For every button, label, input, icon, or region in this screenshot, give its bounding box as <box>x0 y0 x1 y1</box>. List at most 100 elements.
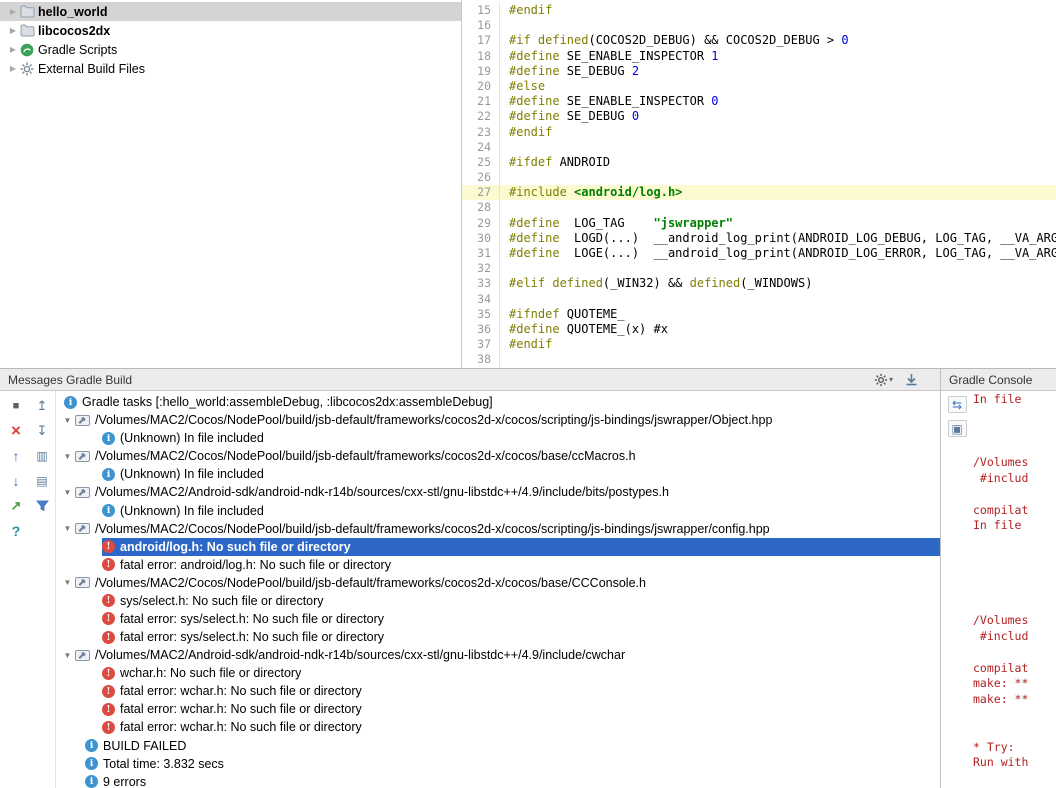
tree-expand-icon[interactable]: ▼ <box>60 416 75 425</box>
compile-file-icon <box>75 450 90 463</box>
code-line[interactable]: 19 #define SE_DEBUG 2 <box>462 63 1056 79</box>
code-line[interactable]: 22 #define SE_DEBUG 0 <box>462 109 1056 125</box>
tree-expand-icon[interactable]: ▼ <box>60 651 75 660</box>
build-message-row[interactable]: ▼ /Volumes/MAC2/Cocos/NodePool/build/jsb-… <box>56 447 940 465</box>
project-tree-item[interactable]: ▶ libcocos2dx <box>0 21 461 40</box>
code-line[interactable]: 21 #define SE_ENABLE_INSPECTOR 0 <box>462 94 1056 110</box>
previous-message-icon[interactable]: ↑ <box>5 447 27 465</box>
build-message-row[interactable]: i (Unknown) In file included <box>56 501 940 519</box>
build-message-text: (Unknown) In file included <box>120 467 264 482</box>
code-line[interactable]: 36 #define QUOTEME_(x) #x <box>462 321 1056 338</box>
code-line[interactable]: 24 <box>462 139 1056 155</box>
line-number: 28 <box>462 200 500 216</box>
code-line-text: #define LOG_TAG "jswrapper" <box>509 215 733 230</box>
code-line[interactable]: 37 #endif <box>462 337 1056 353</box>
build-message-row[interactable]: ▼ /Volumes/MAC2/Android-sdk/android-ndk-r… <box>56 483 940 501</box>
code-line-text: #endif <box>509 124 553 139</box>
soft-wrap-icon[interactable]: ⇆ <box>947 396 967 413</box>
next-message-icon[interactable]: ↓ <box>5 472 27 490</box>
expand-arrow-icon[interactable]: ▶ <box>6 64 20 73</box>
code-editor[interactable]: 15 #endif 16 17 #if defined(COCOS2D_DEBUG) &… <box>462 0 1056 368</box>
export-to-file-icon[interactable]: ▥ <box>31 447 53 465</box>
build-message-row[interactable]: i BUILD FAILED <box>56 736 940 754</box>
stop-icon[interactable]: ■ <box>5 397 27 415</box>
build-message-text: /Volumes/MAC2/Cocos/NodePool/build/jsb-d… <box>95 575 646 590</box>
build-message-row[interactable]: ! fatal error: wchar.h: No such file or d… <box>56 718 940 736</box>
code-line[interactable]: 29 #define LOG_TAG "jswrapper" <box>462 215 1056 231</box>
tree-expand-icon[interactable]: ▼ <box>60 578 75 587</box>
build-message-row[interactable]: i (Unknown) In file included <box>56 465 940 483</box>
compile-file-icon <box>75 649 90 662</box>
build-message-content: ! fatal error: sys/select.h: No such file… <box>102 628 940 646</box>
build-message-row[interactable]: i 9 errors <box>56 773 940 788</box>
build-message-content: i (Unknown) In file included <box>102 429 940 447</box>
build-message-row[interactable]: ▼ /Volumes/MAC2/Cocos/NodePool/build/jsb-… <box>56 574 940 592</box>
build-message-row[interactable]: ▼ /Volumes/MAC2/Cocos/NodePool/build/jsb-… <box>56 411 940 429</box>
code-line[interactable]: 17 #if defined(COCOS2D_DEBUG) && COCOS2D_… <box>462 33 1056 49</box>
build-message-row[interactable]: ! fatal error: sys/select.h: No such file… <box>56 628 940 646</box>
build-message-row[interactable]: i Gradle tasks [:hello_world:assembleDebu… <box>56 393 940 411</box>
code-line[interactable]: 15 #endif <box>462 3 1056 19</box>
code-line[interactable]: 23 #endif <box>462 124 1056 140</box>
error-icon: ! <box>102 540 115 554</box>
messages-header: Messages Gradle Build ▾ <box>0 369 940 391</box>
tree-expand-icon[interactable]: ▼ <box>60 488 75 497</box>
tree-expand-icon[interactable]: ▼ <box>60 452 75 461</box>
code-line[interactable]: 28 <box>462 200 1056 216</box>
export-build-log-icon[interactable] <box>905 373 918 386</box>
code-line[interactable]: 35 #ifndef QUOTEME_ <box>462 306 1056 322</box>
project-tree-item[interactable]: ▶ hello_world <box>0 2 461 21</box>
code-line[interactable]: 34 <box>462 291 1056 307</box>
code-line[interactable]: 31 #define LOGE(...) __android_log_print(… <box>462 246 1056 262</box>
line-number: 26 <box>462 170 500 186</box>
code-line[interactable]: 20 #else <box>462 78 1056 95</box>
project-tree-item-label: External Build Files <box>38 61 145 76</box>
close-icon[interactable]: × <box>5 421 27 440</box>
code-line[interactable]: 26 <box>462 170 1056 186</box>
build-message-row[interactable]: ! sys/select.h: No such file or directory <box>56 592 940 610</box>
build-message-row[interactable]: ! fatal error: wchar.h: No such file or d… <box>56 700 940 718</box>
project-tree-item[interactable]: ▶ Gradle Scripts <box>0 40 461 59</box>
expand-arrow-icon[interactable]: ▶ <box>6 26 20 35</box>
expand-arrow-icon[interactable]: ▶ <box>6 7 20 16</box>
build-message-row[interactable]: ▼ /Volumes/MAC2/Android-sdk/android-ndk-r… <box>56 646 940 664</box>
expand-all-icon[interactable]: ↧ <box>31 422 53 440</box>
code-line[interactable]: 32 <box>462 261 1056 277</box>
console-line: In file <box>973 518 1022 533</box>
filter-icon[interactable] <box>31 497 53 515</box>
code-line[interactable]: 30 #define LOGD(...) __android_log_print(… <box>462 230 1056 246</box>
build-message-text: /Volumes/MAC2/Cocos/NodePool/build/jsb-d… <box>95 449 636 464</box>
scroll-to-end-icon[interactable]: ▣ <box>947 420 967 437</box>
code-line[interactable]: 27 #include <android/log.h> <box>462 185 1056 201</box>
expand-arrow-icon[interactable]: ▶ <box>6 45 20 54</box>
jump-to-source-icon[interactable]: ↗ <box>5 497 27 515</box>
console-output[interactable]: In file /Volumes #includ compilat In file… <box>973 391 1056 788</box>
code-line[interactable]: 18 #define SE_ENABLE_INSPECTOR 1 <box>462 48 1056 64</box>
code-line[interactable]: 33 #elif defined(_WIN32) && defined(_WIND… <box>462 276 1056 292</box>
build-message-row[interactable]: ! fatal error: android/log.h: No such fil… <box>56 556 940 574</box>
collapse-all-icon[interactable]: ↥ <box>31 397 53 415</box>
build-message-content: i Total time: 3.832 secs <box>85 755 940 773</box>
code-line[interactable]: 38 <box>462 352 1056 368</box>
build-message-row[interactable]: i (Unknown) In file included <box>56 429 940 447</box>
line-number: 15 <box>462 3 500 19</box>
help-icon[interactable]: ? <box>5 522 27 540</box>
build-message-row[interactable]: i Total time: 3.832 secs <box>56 755 940 773</box>
code-line[interactable]: 16 <box>462 18 1056 34</box>
copy-icon[interactable]: ▤ <box>31 472 53 490</box>
code-line[interactable]: 25 #ifdef ANDROID <box>462 154 1056 171</box>
build-message-row[interactable]: ▼ /Volumes/MAC2/Cocos/NodePool/build/jsb-… <box>56 520 940 538</box>
project-tree-item[interactable]: ▶ External Build Files <box>0 59 461 78</box>
build-message-row[interactable]: ! android/log.h: No such file or director… <box>56 537 940 556</box>
build-message-row[interactable]: ! fatal error: wchar.h: No such file or d… <box>56 682 940 700</box>
tree-expand-icon[interactable]: ▼ <box>60 524 75 533</box>
build-message-text: wchar.h: No such file or directory <box>120 666 302 681</box>
error-icon: ! <box>102 558 115 572</box>
settings-icon[interactable]: ▾ <box>874 373 893 387</box>
build-message-row[interactable]: ! wchar.h: No such file or directory <box>56 664 940 682</box>
build-message-row[interactable]: ! fatal error: sys/select.h: No such file… <box>56 610 940 628</box>
